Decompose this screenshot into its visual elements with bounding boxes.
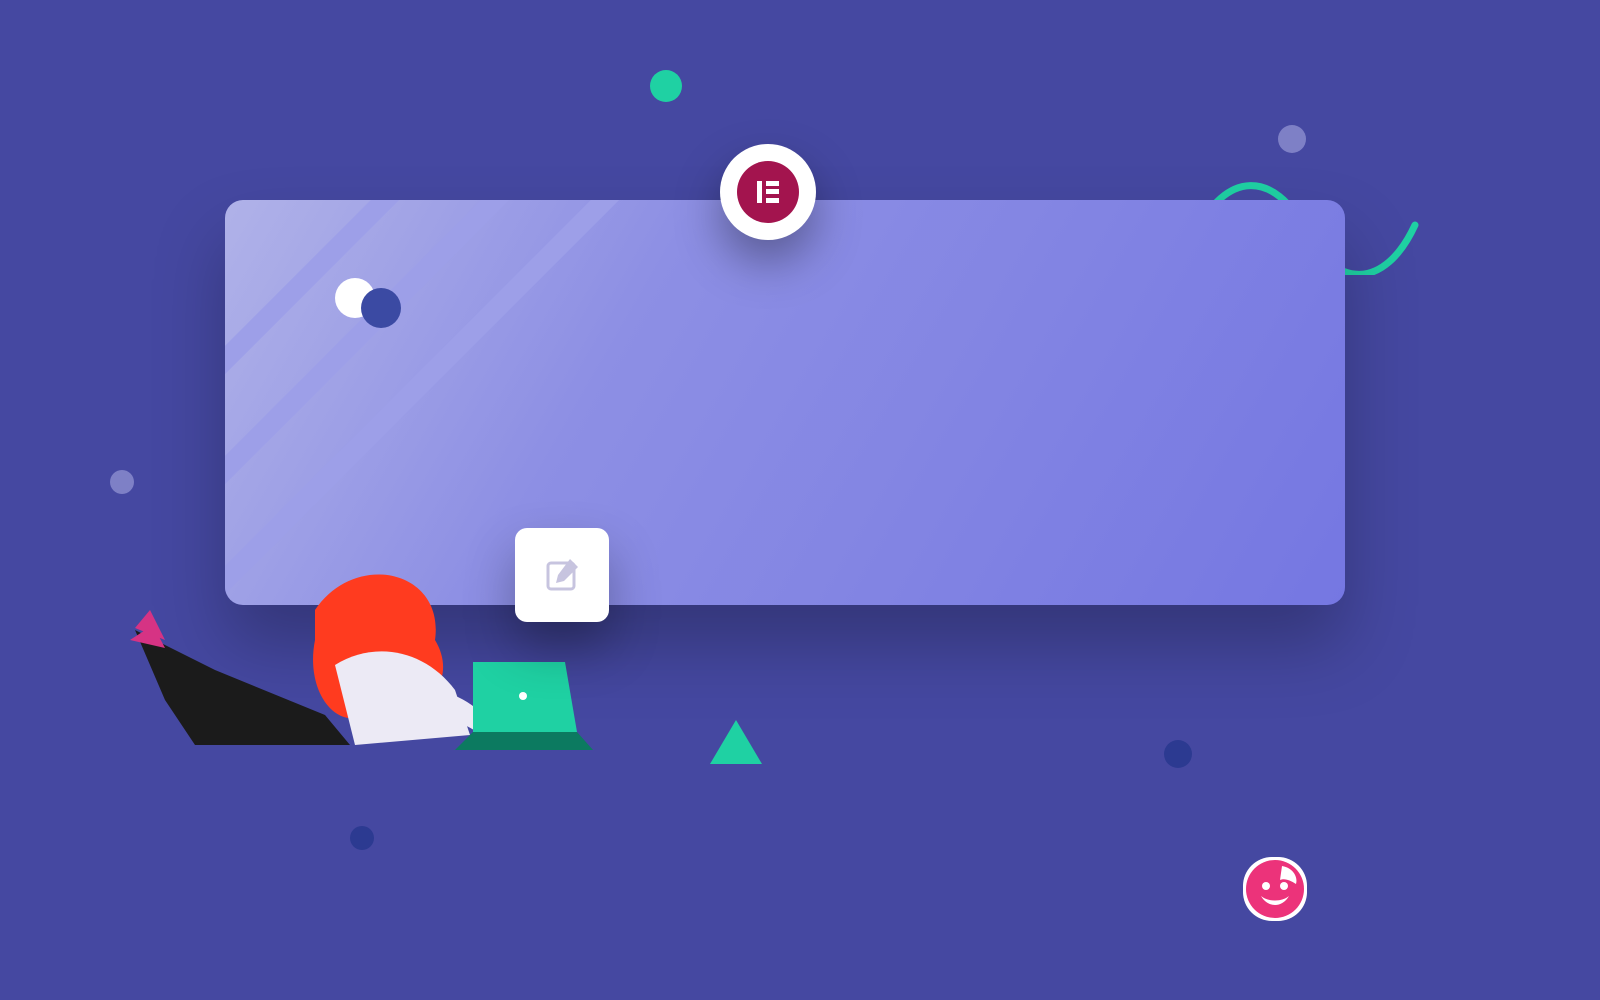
footer-column-company (615, 278, 855, 350)
footer-logo-block (335, 278, 575, 350)
decor-dot-left (110, 470, 134, 494)
decor-dot-light (1278, 125, 1306, 153)
elementor-icon (737, 161, 799, 223)
logo-icon (335, 278, 405, 328)
edit-icon (542, 555, 582, 595)
decor-triangle (710, 720, 762, 764)
footer-column-technology (895, 278, 1135, 350)
decor-dot-navy-left (350, 826, 374, 850)
decor-dot-navy-right (1164, 740, 1192, 768)
footer-column-resources (1175, 278, 1345, 350)
happy-addons-brand (1242, 882, 1542, 940)
footer-card (225, 200, 1345, 605)
elementor-badge[interactable] (720, 144, 816, 240)
decor-dot-teal (650, 70, 682, 102)
brand-face-icon (1246, 860, 1304, 918)
edit-button[interactable] (515, 528, 609, 622)
